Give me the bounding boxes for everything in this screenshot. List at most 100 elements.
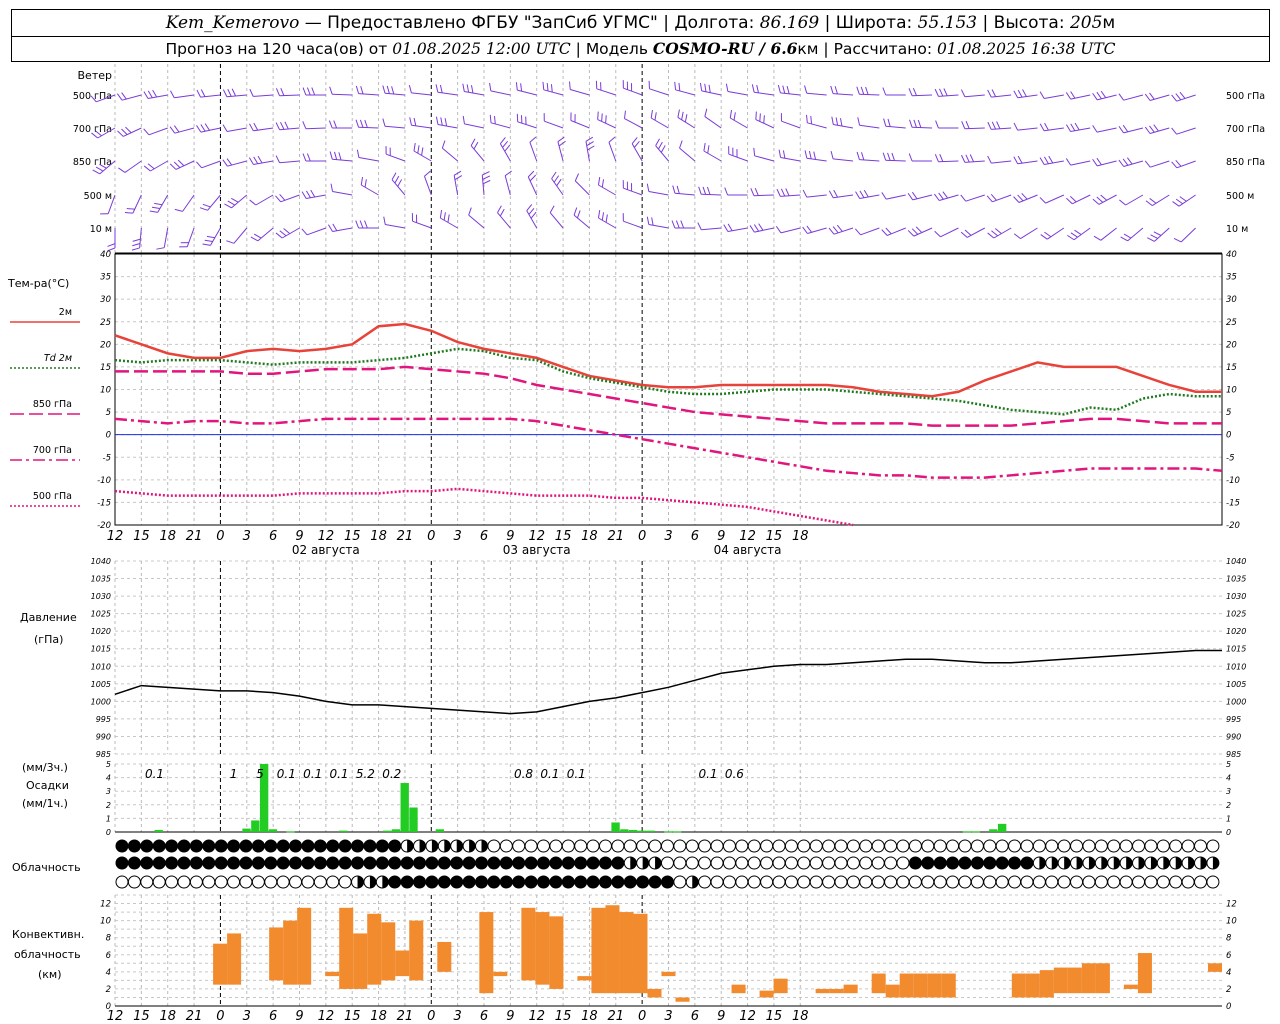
time-tick-label-bottom: 9 — [295, 1009, 303, 1024]
cloud-symbol-circle — [722, 839, 736, 853]
wind-barb — [275, 121, 300, 131]
wind-barb-feather — [132, 243, 141, 247]
wind-barb — [934, 153, 959, 163]
wind-barb-staff — [470, 145, 485, 162]
precip-ytick-label: 3 — [106, 787, 111, 796]
wind-barb-staff — [674, 192, 695, 196]
wind-level-label-right: 500 м — [1226, 191, 1254, 202]
wind-barb-feather — [881, 192, 887, 200]
wind-barb — [527, 170, 538, 196]
cloud-symbol-circle — [884, 875, 898, 889]
wind-barb — [749, 223, 775, 233]
wind-barb-staff — [675, 89, 695, 96]
wind-barb-feather — [1039, 197, 1046, 204]
wind-barb-staff — [833, 158, 854, 162]
wind-barb-feather — [658, 141, 663, 150]
cloud-symbol — [698, 875, 712, 889]
cloud-symbol-circle — [400, 856, 414, 870]
cloud-symbol-circle — [239, 856, 253, 870]
conv-cloud-bar — [493, 971, 508, 977]
wind-barb-feather — [338, 152, 342, 161]
wind-barb-feather — [1122, 124, 1129, 133]
wind-barb — [1119, 194, 1144, 206]
wind-barb-staff — [231, 194, 248, 209]
cloud-symbol — [264, 839, 278, 853]
wind-barb-staff — [807, 122, 827, 129]
wind-barb-feather — [417, 145, 420, 154]
cloud-symbol — [1082, 839, 1096, 853]
cloud-symbol — [152, 856, 166, 870]
wind-barb-feather — [597, 111, 599, 120]
wind-barb — [131, 227, 142, 251]
wind-barb-feather — [706, 186, 711, 195]
cloud-symbol — [970, 875, 984, 889]
cloud-symbol-circle — [722, 875, 736, 889]
cloud-symbol — [512, 856, 526, 870]
cloud-symbol — [747, 875, 761, 889]
cloud-symbol — [698, 839, 712, 853]
wind-barb-feather — [785, 188, 790, 196]
cloud-symbol — [623, 839, 637, 853]
cloud-symbol-half — [1113, 857, 1120, 869]
wind-barb-feather — [1066, 197, 1073, 205]
wind-barb-staff — [332, 191, 353, 196]
cloud-symbol-circle — [388, 875, 402, 889]
cloud-symbol — [239, 839, 253, 853]
wind-barb-feather — [883, 118, 887, 127]
cloud-symbol-circle — [251, 856, 265, 870]
cloud-symbol-half — [1039, 857, 1046, 869]
cloud-symbol — [227, 875, 241, 889]
wind-barb — [1172, 194, 1196, 207]
wind-barb-staff — [207, 194, 221, 211]
wind-barb-staff — [1070, 160, 1091, 166]
cloud-symbol-circle — [115, 875, 129, 889]
cloud-symbol-circle — [487, 839, 501, 853]
cloud-symbol — [264, 856, 278, 870]
wind-barb — [202, 227, 221, 246]
wind-barb-feather — [1067, 234, 1075, 241]
wind-barb — [408, 85, 432, 96]
cloud-symbol — [202, 875, 216, 889]
wind-barb-feather — [961, 154, 966, 163]
wind-barb-feather — [569, 81, 571, 90]
cloud-symbol-circle — [127, 875, 141, 889]
cloud-symbol-circle — [1045, 875, 1059, 889]
time-tick-label-bottom: 3 — [243, 1009, 251, 1024]
wind-barb-staff — [679, 147, 696, 162]
cloud-symbol — [983, 875, 997, 889]
wind-barb — [413, 143, 432, 162]
cloud-symbol-circle — [487, 875, 501, 889]
wind-barb — [1092, 90, 1117, 101]
wind-barb-feather — [678, 82, 681, 92]
conv-ylabel-line3: (км) — [38, 968, 62, 981]
precip-ytick-label-right: 0 — [1226, 828, 1231, 837]
wind-barb-feather — [329, 151, 333, 160]
wind-barb — [385, 146, 406, 162]
cloud-symbol — [536, 875, 550, 889]
wind-barb-feather — [204, 123, 210, 131]
cloud-symbol — [822, 875, 836, 889]
cloud-symbol — [289, 875, 303, 889]
wind-barb-feather — [778, 149, 782, 158]
wind-barb-feather — [1096, 91, 1102, 100]
cloud-symbol-circle — [140, 856, 154, 870]
cloud-symbol-circle — [227, 839, 241, 853]
wind-barb-feather — [806, 225, 813, 233]
wind-barb-feather — [912, 87, 917, 96]
wind-barb-feather — [708, 84, 711, 93]
wind-barb-feather — [489, 114, 492, 123]
cloud-symbol — [227, 856, 241, 870]
wind-barb-feather — [409, 117, 412, 126]
cloud-symbol — [933, 856, 947, 870]
time-tick-label-bottom: 21 — [186, 1009, 203, 1024]
time-tick-label-bottom: 9 — [717, 1009, 725, 1024]
cloud-symbol — [363, 839, 377, 853]
wind-barb-feather — [222, 89, 228, 97]
precip-bar — [637, 830, 647, 832]
cloud-symbol — [115, 839, 129, 853]
wind-level-label: 500 гПа — [73, 91, 112, 102]
cloud-symbol — [152, 875, 166, 889]
precip-bar — [339, 830, 348, 832]
wind-barb-feather — [1013, 156, 1019, 165]
cloud-symbol-circle — [871, 839, 885, 853]
